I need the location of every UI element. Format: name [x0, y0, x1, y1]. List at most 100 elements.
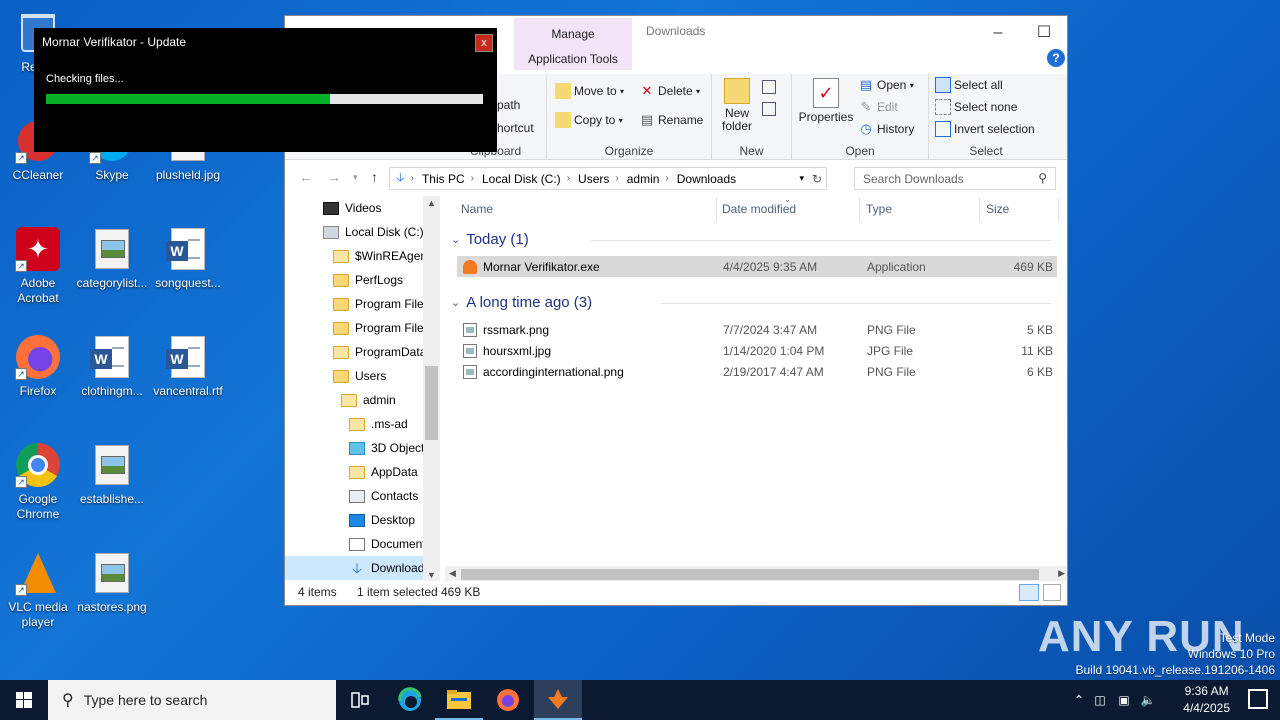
nav-item[interactable]: ProgramData: [285, 340, 439, 364]
desktop-icon[interactable]: establishe...: [74, 442, 150, 507]
copy-to-button[interactable]: Copy to ▾: [555, 112, 623, 128]
move-to-button[interactable]: Move to ▾: [555, 83, 624, 99]
address-bar[interactable]: 🡣 › This PC › Local Disk (C:) › Users › …: [389, 167, 827, 190]
select-all-button[interactable]: Select all: [935, 77, 1003, 93]
nav-item[interactable]: Local Disk (C:): [285, 220, 439, 244]
tab-application-tools[interactable]: Application Tools: [514, 52, 632, 66]
delete-button[interactable]: ✕ Delete ▾: [639, 83, 701, 99]
nav-item[interactable]: $WinREAgent: [285, 244, 439, 268]
nav-item[interactable]: 🡣 Downloads: [285, 556, 439, 580]
address-dropdown-icon[interactable]: ▾: [799, 173, 804, 184]
taskbar-search-input[interactable]: ⚲ Type here to search: [48, 680, 336, 720]
group-header[interactable]: ⌄ A long time ago (3): [451, 294, 1051, 311]
breadcrumb-downloads[interactable]: Downloads: [677, 172, 736, 186]
open-button[interactable]: ▤ Open ▾: [858, 77, 914, 93]
column-size[interactable]: Size: [986, 202, 1009, 216]
forward-arrow-icon[interactable]: →: [327, 169, 341, 185]
scroll-down-icon[interactable]: ▼: [427, 570, 436, 580]
properties-button[interactable]: ✓ Properties: [798, 78, 854, 124]
task-view-icon[interactable]: [336, 680, 384, 720]
details-view-icon[interactable]: [1019, 584, 1039, 601]
column-separator[interactable]: [1058, 198, 1059, 222]
nav-item[interactable]: AppData: [285, 460, 439, 484]
new-folder-button[interactable]: New folder: [716, 78, 758, 133]
history-button[interactable]: ◷ History: [858, 121, 914, 137]
nav-item[interactable]: Program Files: [285, 292, 439, 316]
column-date-modified[interactable]: Date modified: [722, 202, 796, 216]
maximize-button[interactable]: ☐: [1021, 20, 1067, 46]
desktop-icon[interactable]: categorylist...: [74, 226, 150, 291]
breadcrumb-users[interactable]: Users: [578, 172, 609, 186]
scroll-up-icon[interactable]: ▲: [427, 198, 436, 208]
easy-access-icon[interactable]: [762, 102, 776, 116]
desktop-icon[interactable]: ↗ Google Chrome: [0, 442, 76, 522]
help-icon[interactable]: ?: [1047, 49, 1065, 67]
large-icons-view-icon[interactable]: [1043, 584, 1061, 601]
edge-icon[interactable]: [386, 680, 434, 720]
show-hidden-icons[interactable]: ⌃: [1070, 693, 1088, 707]
column-separator[interactable]: [859, 198, 860, 222]
refresh-icon[interactable]: ↻: [812, 172, 822, 186]
nav-item[interactable]: Videos: [285, 196, 439, 220]
start-button[interactable]: [0, 680, 48, 720]
file-row[interactable]: accordinginternational.png 2/19/2017 4:47…: [457, 361, 1057, 382]
recent-locations-icon[interactable]: ▾: [353, 172, 358, 183]
select-none-button[interactable]: Select none: [935, 99, 1017, 115]
tab-manage[interactable]: Manage Application Tools: [514, 18, 632, 70]
file-explorer-taskbar-icon[interactable]: [435, 680, 483, 720]
nav-item[interactable]: 3D Objects: [285, 436, 439, 460]
file-date: 4/4/2025 9:35 AM: [723, 259, 818, 274]
nav-item[interactable]: .ms-ad: [285, 412, 439, 436]
nav-item[interactable]: PerfLogs: [285, 268, 439, 292]
desktop-icon[interactable]: ↗ Firefox: [0, 334, 76, 399]
nav-item[interactable]: Program Files: [285, 316, 439, 340]
desktop-icon-label: VLC media player: [8, 600, 68, 629]
back-arrow-icon[interactable]: ←: [299, 169, 313, 185]
desktop-icon[interactable]: Wclothingm...: [74, 334, 150, 399]
network-monitor-icon[interactable]: ◫: [1088, 693, 1112, 707]
column-name[interactable]: Name: [461, 202, 493, 216]
file-row[interactable]: rssmark.png 7/7/2024 3:47 AM PNG File 5 KB: [457, 319, 1057, 340]
taskbar-clock[interactable]: 9:36 AM 4/4/2025: [1183, 683, 1230, 717]
column-type[interactable]: Type: [866, 202, 892, 216]
nav-item[interactable]: admin: [285, 388, 439, 412]
file-row[interactable]: Mornar Verifikator.exe 4/4/2025 9:35 AM Ap…: [457, 256, 1057, 277]
group-header[interactable]: ⌄ Today (1): [451, 231, 1051, 248]
up-arrow-icon[interactable]: ↑: [371, 169, 378, 185]
column-separator[interactable]: [979, 198, 980, 222]
desktop-icon[interactable]: ✦ ↗ Adobe Acrobat: [0, 226, 76, 306]
minimize-button[interactable]: –: [975, 20, 1021, 46]
breadcrumb-admin[interactable]: admin: [627, 172, 660, 186]
desktop-icon[interactable]: Wsongquest...: [150, 226, 226, 291]
paste-shortcut-button[interactable]: hortcut: [497, 121, 534, 135]
nav-item[interactable]: Documents: [285, 532, 439, 556]
breadcrumb-local-disk[interactable]: Local Disk (C:): [482, 172, 561, 186]
mornar-verifikator-taskbar-icon[interactable]: [534, 680, 582, 720]
scroll-thumb[interactable]: [425, 366, 438, 440]
invert-selection-button[interactable]: Invert selection: [935, 121, 1035, 137]
hscroll-thumb[interactable]: [461, 569, 1039, 580]
rename-button[interactable]: ▤ Rename: [639, 112, 704, 128]
desktop-icon[interactable]: nastores.png: [74, 550, 150, 615]
notifications-icon[interactable]: [1248, 689, 1268, 709]
scroll-left-icon[interactable]: ◀: [449, 568, 456, 579]
desktop-icon[interactable]: ↗ VLC media player: [0, 550, 76, 630]
update-close-button[interactable]: x: [475, 34, 493, 52]
scroll-right-icon[interactable]: ▶: [1058, 568, 1065, 579]
desktop-icon[interactable]: Wvancentral.rtf: [150, 334, 226, 399]
nav-item[interactable]: Users: [285, 364, 439, 388]
volume-icon[interactable]: 🔈: [1136, 693, 1160, 707]
firefox-taskbar-icon[interactable]: [484, 680, 532, 720]
file-row[interactable]: hoursxml.jpg 1/14/2020 1:04 PM JPG File 11 …: [457, 340, 1057, 361]
nav-vertical-scrollbar[interactable]: ▲ ▼: [423, 196, 440, 582]
copy-path-button[interactable]: path: [497, 98, 520, 112]
network-icon[interactable]: ▣: [1112, 693, 1136, 707]
new-item-icon[interactable]: [762, 80, 776, 94]
breadcrumb-this-pc[interactable]: This PC: [422, 172, 465, 186]
nav-item[interactable]: Desktop: [285, 508, 439, 532]
column-separator[interactable]: [716, 198, 717, 222]
search-input[interactable]: Search Downloads ⚲: [854, 167, 1056, 190]
nav-item[interactable]: Contacts: [285, 484, 439, 508]
edit-button[interactable]: ✎ Edit: [858, 99, 898, 115]
desktop-icon-label: songquest...: [155, 276, 221, 290]
